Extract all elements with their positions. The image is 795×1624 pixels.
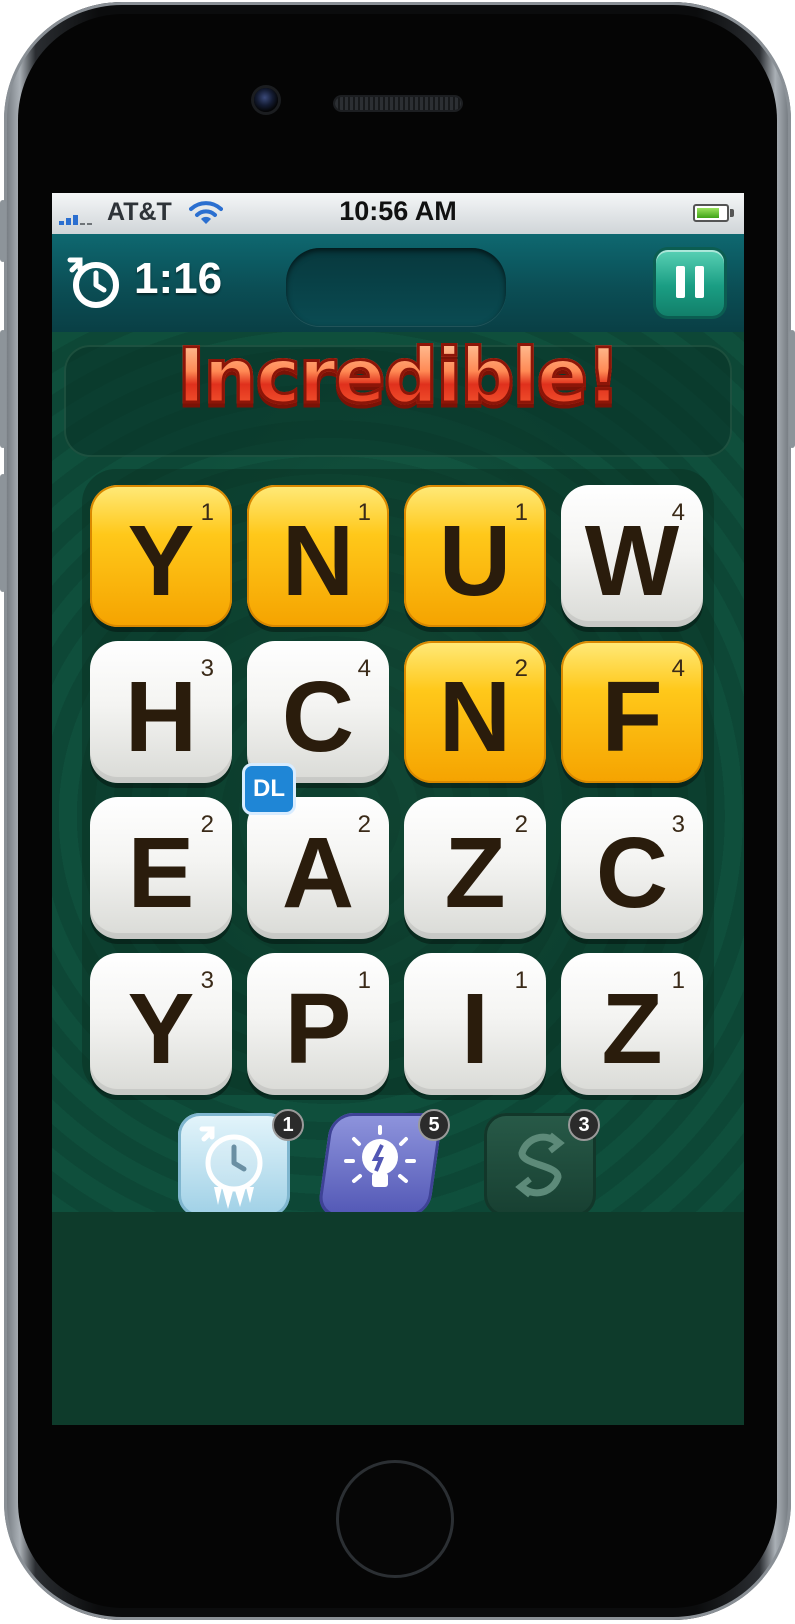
earpiece-speaker: [335, 97, 461, 110]
freeze-timer-powerup[interactable]: 1: [178, 1109, 304, 1217]
letter-tile[interactable]: Y1: [90, 485, 232, 627]
freeze-count-badge: 1: [272, 1109, 304, 1141]
pause-icon: [676, 266, 685, 298]
letter-tile[interactable]: F4: [561, 641, 703, 783]
status-time: 10:56 AM: [339, 196, 457, 226]
game-top-bar: 1:16: [52, 234, 744, 334]
tile-points: 1: [357, 967, 371, 994]
tile-points: 4: [357, 655, 371, 682]
hint-count-badge: 5: [418, 1109, 450, 1141]
letter-tile[interactable]: A2: [247, 797, 389, 939]
letter-tile[interactable]: Y3: [90, 953, 232, 1095]
tile-points: 2: [357, 811, 371, 838]
tile-points: 1: [357, 499, 371, 526]
letter-tile[interactable]: N1: [247, 485, 389, 627]
letter-tile[interactable]: I1: [404, 953, 546, 1095]
power-button: [789, 330, 795, 448]
tile-points: 4: [671, 499, 685, 526]
letter-tile[interactable]: E2: [90, 797, 232, 939]
letter-tile[interactable]: U1: [404, 485, 546, 627]
empty-bottom-area: [52, 1212, 744, 1425]
letter-tile[interactable]: H3: [90, 641, 232, 783]
letter-tile[interactable]: Z2: [404, 797, 546, 939]
battery-tip: [730, 209, 734, 217]
letter-tile[interactable]: N2: [404, 641, 546, 783]
letter-tile[interactable]: C3: [561, 797, 703, 939]
letter-tile[interactable]: Z1: [561, 953, 703, 1095]
double-letter-badge: DL: [242, 763, 296, 815]
feedback-banner: Incredible!: [52, 330, 744, 422]
tile-points: 2: [514, 811, 528, 838]
tile-points: 1: [200, 499, 214, 526]
letter-tile[interactable]: P1: [247, 953, 389, 1095]
mute-switch: [0, 200, 6, 262]
tile-points: 1: [671, 967, 685, 994]
tile-points: 3: [671, 811, 685, 838]
tile-points: 1: [514, 967, 528, 994]
shuffle-count-badge: 3: [568, 1109, 600, 1141]
stopwatch-icon: [67, 257, 119, 308]
score-slot: [286, 248, 506, 326]
tile-points: 3: [200, 655, 214, 682]
letter-tile[interactable]: C4: [247, 641, 389, 783]
tile-points: 2: [514, 655, 528, 682]
tile-points: 2: [200, 811, 214, 838]
volume-down-button: [0, 474, 6, 592]
status-bar: AT&T 10:56 AM: [52, 193, 744, 235]
shuffle-powerup[interactable]: 3: [484, 1109, 600, 1217]
screen: AT&T 10:56 AM 1:16 Incredible! Y1N1U1W4 H…: [52, 193, 744, 1425]
timer-readout: 1:16: [134, 254, 223, 303]
letter-tile[interactable]: W4: [561, 485, 703, 627]
tile-points: 4: [671, 655, 685, 682]
home-button[interactable]: [336, 1460, 454, 1578]
tile-points: 3: [200, 967, 214, 994]
pause-button[interactable]: [656, 250, 724, 316]
tile-points: 1: [514, 499, 528, 526]
volume-up-button: [0, 330, 6, 448]
front-camera: [254, 88, 278, 112]
battery-icon: [693, 204, 729, 222]
hint-powerup[interactable]: 5: [316, 1109, 450, 1217]
